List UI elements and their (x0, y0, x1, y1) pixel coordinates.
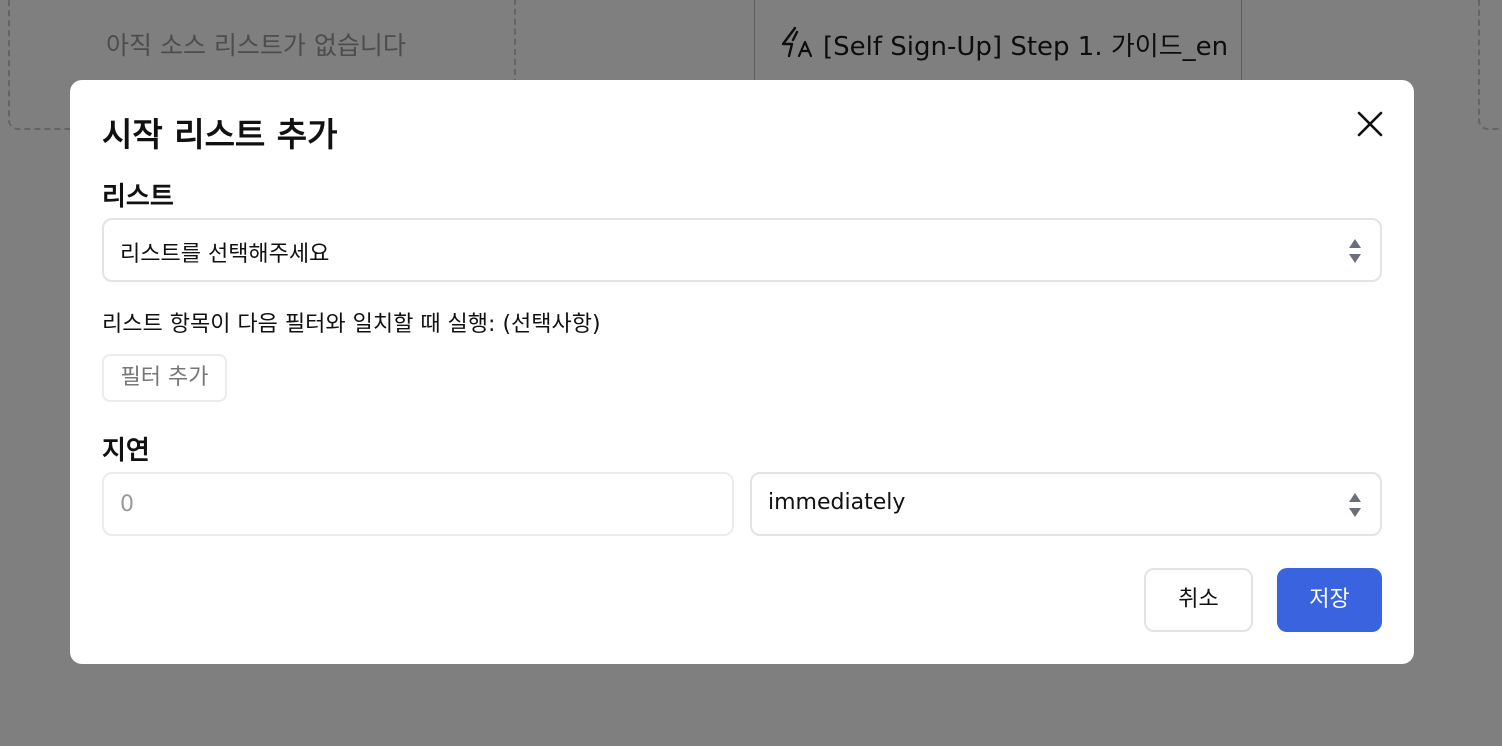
close-button[interactable] (1350, 104, 1390, 144)
cancel-button[interactable]: 취소 (1144, 568, 1253, 632)
sort-arrows-icon (1349, 239, 1361, 263)
close-icon (1357, 111, 1383, 137)
delay-amount-input[interactable] (102, 472, 734, 536)
list-select-value: 리스트를 선택해주세요 (120, 242, 330, 267)
list-select[interactable]: 리스트를 선택해주세요 (102, 218, 1382, 282)
delay-unit-value: immediately (768, 490, 906, 515)
add-start-list-dialog: 시작 리스트 추가 리스트 리스트를 선택해주세요 리스트 항목이 다음 필터와… (70, 80, 1414, 664)
delay-unit-select[interactable]: immediately (750, 472, 1382, 536)
save-button[interactable]: 저장 (1277, 568, 1382, 632)
filter-hint-text: 리스트 항목이 다음 필터와 일치할 때 실행: (선택사항) (102, 312, 601, 337)
dialog-title: 시작 리스트 추가 (102, 115, 338, 154)
delay-label: 지연 (102, 436, 150, 466)
sort-arrows-icon (1349, 493, 1361, 517)
list-label: 리스트 (102, 182, 174, 212)
add-filter-button[interactable]: 필터 추가 (102, 354, 227, 402)
